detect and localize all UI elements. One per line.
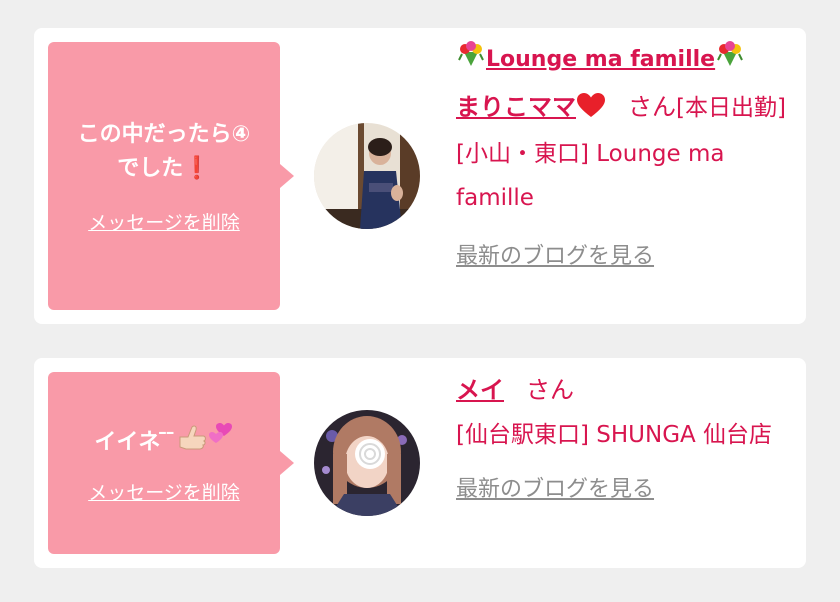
work-status: [本日出勤] <box>676 95 786 121</box>
area-shop-text: [小山・東口] Lounge ma famille <box>456 141 725 211</box>
message-line: この中だったら④ <box>77 121 251 147</box>
message-bubble: イイネ ̄ ̄ メッセージを削除 <box>48 372 294 554</box>
shop-name: Lounge ma famille <box>486 47 716 72</box>
name-block: メイ さん <box>456 368 786 413</box>
delete-message-link[interactable]: メッセージを削除 <box>88 208 240 235</box>
message-line: でした <box>117 155 184 181</box>
delete-message-link[interactable]: メッセージを削除 <box>88 478 240 505</box>
flower-bouquet-icon <box>715 40 745 79</box>
profile-info: メイ さん [仙台駅東口] SHUNGA 仙台店 最新のブログを見る <box>456 368 786 512</box>
blog-row: 最新のブログを見る <box>456 467 786 512</box>
message-line: イイネ ̄ ̄ <box>94 430 176 455</box>
exclamation-icon: ❗ <box>183 155 211 181</box>
message-card: この中だったら④ でした❗ メッセージを削除 Lounge ma famille… <box>34 28 806 324</box>
honorific: さん <box>526 376 574 404</box>
message-card: イイネ ̄ ̄ メッセージを削除 メイ さん [仙台駅東口] SHUNGA 仙台… <box>34 358 806 568</box>
girl-name: まりこママ <box>456 93 576 121</box>
honorific: さん <box>628 93 676 121</box>
message-bubble: この中だったら④ でした❗ メッセージを削除 <box>48 42 294 310</box>
latest-blog-link[interactable]: 最新のブログを見る <box>456 468 654 512</box>
area-shop-text: [仙台駅東口] SHUNGA 仙台店 <box>456 422 773 448</box>
message-text: この中だったら④ でした❗ <box>68 118 261 186</box>
thumb-hand-icon <box>176 423 208 464</box>
profile-info: Lounge ma famille まりこママ さん[本日出勤] [小山・東口] … <box>456 40 786 279</box>
avatar[interactable] <box>314 123 420 229</box>
girl-name-link[interactable]: まりこママ <box>456 93 606 121</box>
red-heart-icon <box>576 88 606 132</box>
flower-bouquet-icon <box>456 40 486 79</box>
pink-hearts-icon <box>208 421 234 456</box>
girl-name-link[interactable]: メイ <box>456 376 504 404</box>
avatar[interactable] <box>314 410 420 516</box>
name-status-block: まりこママ さん[本日出勤] <box>456 85 786 132</box>
shop-link[interactable]: Lounge ma famille <box>456 40 786 79</box>
latest-blog-link[interactable]: 最新のブログを見る <box>456 235 654 279</box>
blog-row: 最新のブログを見る <box>456 234 786 279</box>
message-text: イイネ ̄ ̄ <box>84 421 243 464</box>
